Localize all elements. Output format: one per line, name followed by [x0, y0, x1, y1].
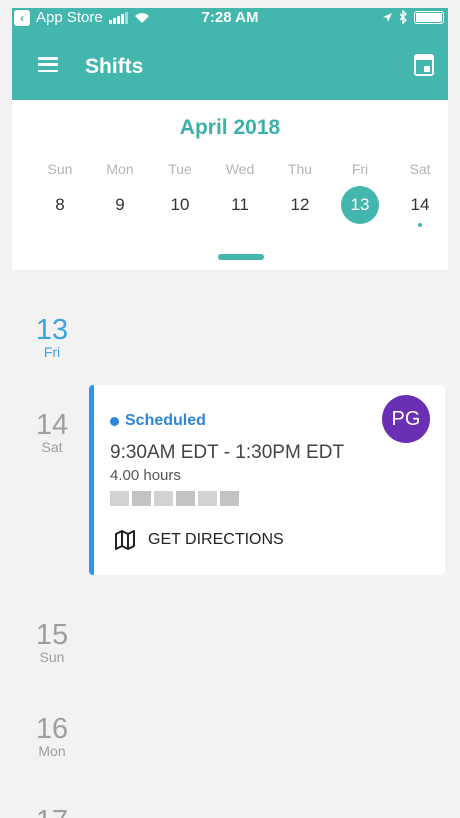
day-of-week-label: Fri	[351, 161, 369, 177]
date-label[interactable]: 14 Sat	[32, 410, 72, 455]
day-of-week-label: Sat	[409, 161, 431, 177]
status-label: Scheduled	[125, 412, 206, 429]
battery-icon	[414, 10, 444, 24]
bluetooth-icon	[399, 10, 408, 24]
week-row: Sun 8 Mon 9 Tue 10 Wed 11 Thu 12 Fri 13 …	[30, 160, 450, 240]
shift-card[interactable]: Scheduled 9:30AM EDT - 1:30PM EDT 4.00 h…	[89, 385, 445, 575]
calendar-expand-handle[interactable]	[218, 254, 264, 260]
status-dot-icon	[110, 416, 119, 426]
status-bar-right	[382, 10, 444, 24]
day-number: 11	[231, 195, 249, 214]
shift-list: 13 Fri 14 Sat 15 Sun 16 Mon 17 Scheduled…	[12, 270, 448, 818]
day-mon[interactable]: Mon 9	[90, 160, 150, 240]
date-label[interactable]: 16 Mon	[32, 714, 72, 759]
date-number: 13	[35, 314, 69, 346]
day-number: 8	[55, 195, 65, 214]
day-number: 9	[115, 195, 125, 214]
date-label-today[interactable]: 13 Fri	[32, 315, 72, 360]
day-of-week-label: Sun	[47, 161, 73, 177]
day-number: 14	[410, 195, 430, 214]
day-tue[interactable]: Tue 10	[150, 160, 210, 240]
day-thu[interactable]: Thu 12	[270, 160, 330, 240]
status-badge: Scheduled	[110, 412, 206, 430]
day-of-week-label: Tue	[168, 161, 192, 177]
date-day-of-week: Sat	[41, 439, 63, 455]
day-of-week-label: Mon	[106, 161, 134, 177]
location-redacted	[110, 491, 239, 506]
day-sat[interactable]: Sat 14	[390, 160, 450, 240]
date-number: 14	[35, 409, 69, 441]
shift-hours: 4.00 hours	[110, 467, 181, 484]
day-number: 12	[290, 195, 310, 214]
get-directions-label: GET DIRECTIONS	[148, 531, 284, 548]
shift-time: 9:30AM EDT - 1:30PM EDT	[110, 442, 345, 463]
selected-day-number: 13	[341, 186, 379, 224]
day-wed[interactable]: Wed 11	[210, 160, 270, 240]
avatar[interactable]: PG	[382, 395, 430, 443]
status-bar: ‹ App Store 7:28 AM	[12, 8, 448, 28]
date-number: 17	[32, 806, 72, 818]
date-day-of-week: Fri	[43, 344, 61, 360]
date-number: 16	[35, 713, 69, 745]
day-of-week-label: Thu	[287, 161, 313, 177]
get-directions-button[interactable]: GET DIRECTIONS	[114, 529, 284, 551]
day-sun[interactable]: Sun 8	[30, 160, 90, 240]
date-label[interactable]: 17	[32, 806, 72, 818]
hamburger-menu-icon[interactable]	[38, 57, 58, 72]
map-icon	[115, 530, 135, 550]
date-number: 15	[35, 619, 69, 651]
date-day-of-week: Mon	[38, 743, 66, 759]
location-arrow-icon	[383, 12, 392, 22]
calendar-icon[interactable]	[414, 54, 434, 76]
day-of-week-label: Wed	[225, 161, 255, 177]
date-day-of-week: Sun	[39, 649, 65, 665]
week-calendar: April 2018 Sun 8 Mon 9 Tue 10 Wed 11 Thu…	[12, 100, 448, 270]
day-number: 10	[170, 195, 190, 214]
page-title: Shifts	[85, 55, 144, 78]
shift-indicator-dot	[418, 223, 422, 227]
date-label[interactable]: 15 Sun	[32, 620, 72, 665]
month-title[interactable]: April 2018	[12, 116, 448, 140]
day-fri-selected[interactable]: Fri 13	[330, 160, 390, 240]
app-bar: Shifts	[12, 28, 448, 100]
